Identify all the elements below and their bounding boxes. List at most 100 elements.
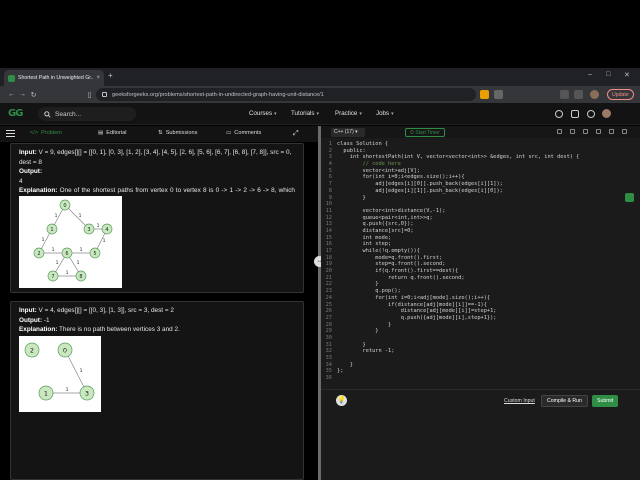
menu-practice[interactable]: Practice ▾	[335, 110, 362, 117]
code-line[interactable]: 16 int step;	[321, 241, 633, 248]
copy-icon[interactable]	[570, 129, 575, 134]
code-line[interactable]: 33	[321, 355, 633, 362]
code-line[interactable]: 25 if(distance[adj[mode][i]]==-1){	[321, 302, 633, 309]
code-line[interactable]: 31 }	[321, 342, 633, 349]
back-icon[interactable]: ←	[6, 91, 17, 98]
code-line[interactable]: 30	[321, 335, 633, 342]
code-line[interactable]: 20 if(q.front().first==dest){	[321, 268, 633, 275]
extension-icon[interactable]	[494, 90, 503, 99]
code-line[interactable]: 4 // code here	[321, 161, 633, 168]
code-area[interactable]: 1 class Solution {2 public: 3 int shortest…	[321, 141, 633, 382]
node-label: 3	[85, 390, 89, 398]
code-line[interactable]: 18 mode=q.front().first;	[321, 255, 633, 262]
tab-submissions[interactable]: ⇅ Submissions	[158, 130, 197, 136]
tab-problem[interactable]: </> Problem	[30, 130, 62, 136]
code-line[interactable]: 36	[321, 375, 633, 382]
extension-icon[interactable]	[480, 90, 489, 99]
code-line[interactable]: 2 public:	[321, 148, 633, 155]
minimize-icon[interactable]: –	[588, 71, 592, 78]
node-label: 6	[65, 251, 68, 257]
forward-icon[interactable]: →	[17, 91, 28, 98]
bookmark-page-icon[interactable]: ▯	[84, 91, 95, 99]
site-info-icon[interactable]	[102, 92, 107, 97]
code-line[interactable]: 34 }	[321, 362, 633, 369]
tab-comments[interactable]: ▭ Comments	[226, 130, 261, 136]
hint-bulb-icon[interactable]: 💡	[336, 395, 347, 406]
code-line[interactable]: 26 distance[adj[mode][i]]=step+1;	[321, 308, 633, 315]
code-line[interactable]: 8 adj[edges[i][1]].push_back(edges[i][0]…	[321, 188, 633, 195]
gfg-logo[interactable]: GG	[8, 108, 23, 119]
settings-icon[interactable]	[596, 129, 601, 134]
code-line[interactable]: 13 q.push({src,0});	[321, 221, 633, 228]
compile-run-button[interactable]: Compile & Run	[541, 395, 588, 407]
code-line[interactable]: 14 distance[src]=0;	[321, 228, 633, 235]
code-line[interactable]: 5 vector<int>adj[V];	[321, 168, 633, 175]
undo-icon[interactable]	[557, 129, 562, 134]
code-line[interactable]: 1 class Solution {	[321, 141, 633, 148]
site-header: GG Search... Courses ▾ Tutorials ▾ Practic…	[0, 103, 640, 125]
language-select[interactable]: C++ (17) ▾	[331, 128, 365, 137]
extensions-icon[interactable]	[560, 90, 569, 99]
line-number: 19	[325, 261, 332, 268]
code-line[interactable]: 27 q.push({adj[mode][i],step+1});	[321, 315, 633, 322]
code-line[interactable]: 15 int mode;	[321, 235, 633, 242]
tab-editorial-label: Editorial	[106, 130, 127, 136]
code-line[interactable]: 12 queue<pair<int,int>>q;	[321, 215, 633, 222]
url-field[interactable]: geeksforgeeks.org/problems/shortest-path…	[96, 88, 476, 101]
code-line[interactable]: 9 }	[321, 195, 633, 202]
menu-jobs[interactable]: Jobs ▾	[376, 110, 394, 117]
close-window-icon[interactable]: ✕	[624, 71, 630, 79]
maximize-icon[interactable]: □	[606, 71, 610, 78]
menu-tutorials[interactable]: Tutorials ▾	[291, 110, 319, 117]
side-panel-icon[interactable]	[625, 193, 634, 202]
line-number: 9	[328, 194, 332, 201]
close-tab-icon[interactable]: ×	[96, 75, 100, 81]
code-line-text: int mode;	[337, 234, 392, 241]
custom-input-button[interactable]: Custom Input	[499, 395, 540, 407]
tab-editorial[interactable]: ▤ Editorial	[98, 130, 127, 136]
theme-toggle-icon[interactable]	[555, 110, 563, 118]
browser-tab[interactable]: Shortest Path in Unweighted Gr... ×	[4, 70, 104, 86]
fullscreen-icon[interactable]	[609, 129, 614, 134]
update-button[interactable]: Update	[607, 89, 634, 100]
code-line[interactable]: 17 while(!q.empty()){	[321, 248, 633, 255]
edge-weight-label: 1	[80, 368, 83, 374]
expand-icon[interactable]: ⤢	[293, 130, 299, 138]
code-line[interactable]: 35};	[321, 368, 633, 375]
menu-courses[interactable]: Courses ▾	[249, 110, 277, 117]
reset-icon[interactable]	[583, 129, 588, 134]
code-line[interactable]: 32 return -1;	[321, 348, 633, 355]
edge-weight-label: 1	[77, 260, 80, 266]
code-line[interactable]: 23 q.pop();	[321, 288, 633, 295]
code-line[interactable]: 28 }	[321, 322, 633, 329]
line-number: 20	[325, 268, 332, 275]
code-line[interactable]: 7 adj[edges[i][0]].push_back(edges[i][1]…	[321, 181, 633, 188]
new-tab-icon[interactable]: +	[108, 71, 113, 80]
apps-icon[interactable]	[571, 110, 579, 118]
start-timer-button[interactable]: ⏱ Start Timer	[405, 128, 445, 137]
code-line[interactable]: 24 for(int i=0;i<adj[mode].size();i++){	[321, 295, 633, 302]
user-avatar[interactable]	[602, 109, 611, 118]
line-number: 1	[328, 141, 332, 147]
line-number: 13	[325, 221, 332, 228]
code-line[interactable]: 11 vector<int>distance(V,-1);	[321, 208, 633, 215]
hamburger-menu-icon[interactable]	[6, 130, 15, 139]
code-line[interactable]: 22 }	[321, 281, 633, 288]
code-line[interactable]: 3 int shortestPath(int V, vector<vector<…	[321, 154, 633, 161]
reload-icon[interactable]: ↻	[28, 91, 39, 99]
code-line-text: };	[337, 368, 344, 375]
notifications-icon[interactable]	[587, 110, 595, 118]
code-line[interactable]: 29 }	[321, 328, 633, 335]
profile-avatar[interactable]	[590, 90, 599, 99]
code-line[interactable]: 21 return q.front().second;	[321, 275, 633, 282]
search-input[interactable]: Search...	[38, 107, 136, 121]
code-line[interactable]: 19 step=q.front().second;	[321, 261, 633, 268]
submit-button[interactable]: Submit	[592, 395, 619, 407]
example-1-output: 4	[19, 177, 23, 185]
sidebar-icon[interactable]	[574, 90, 583, 99]
more-icon[interactable]	[622, 129, 627, 134]
code-line[interactable]: 6 for(int i=0;i<edges.size();i++){	[321, 174, 633, 181]
code-line-text: adj[edges[i][1]].push_back(edges[i][0]);	[337, 187, 503, 194]
code-line[interactable]: 10	[321, 201, 633, 208]
line-number: 26	[325, 308, 332, 315]
